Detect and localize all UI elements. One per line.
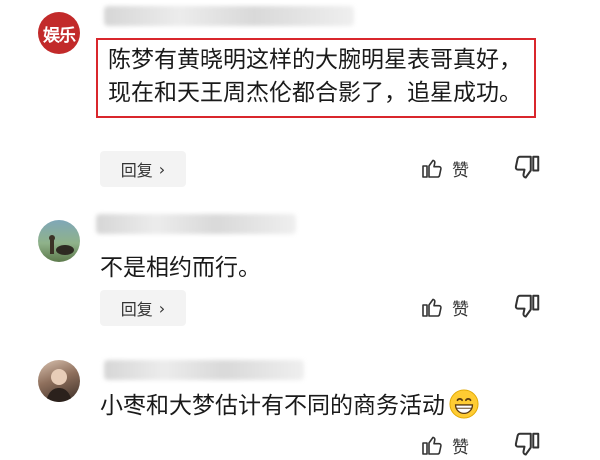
reply-button[interactable]: 回复 › (100, 290, 186, 326)
thumbs-up-icon (422, 159, 442, 178)
thumbs-up-icon (422, 436, 442, 455)
avatar[interactable] (38, 360, 80, 402)
chevron-right-icon: › (158, 159, 166, 179)
comment-text-highlighted: 陈梦有黄晓明这样的大腕明星表哥真好，现在和天王周杰伦都合影了，追星成功。 (96, 38, 536, 118)
username-blurred (104, 360, 304, 380)
avatar-photo (49, 235, 74, 255)
like-label: 赞 (452, 299, 469, 320)
avatar-label: 娱乐 (43, 26, 76, 46)
thumbs-down-icon[interactable] (512, 153, 542, 183)
like-button[interactable]: 赞 (420, 292, 469, 322)
avatar-photo (46, 369, 72, 402)
like-label: 赞 (452, 160, 469, 181)
grinning-face-icon (449, 389, 479, 419)
comment-text-body: 小枣和大梦估计有不同的商务活动 (100, 393, 445, 419)
like-button[interactable]: 赞 (420, 430, 469, 460)
thumbs-up-icon (422, 298, 442, 317)
reply-label: 回复 (120, 161, 153, 180)
comment-text: 不是相约而行。 (100, 255, 261, 281)
reply-button[interactable]: 回复 › (100, 151, 186, 187)
thumbs-down-icon[interactable] (512, 292, 542, 322)
username-blurred (104, 6, 354, 26)
chevron-right-icon: › (158, 298, 166, 318)
reply-label: 回复 (120, 300, 153, 319)
avatar[interactable] (38, 220, 80, 262)
like-button[interactable]: 赞 (420, 153, 469, 183)
username-blurred (96, 214, 296, 234)
comment-text: 小枣和大梦估计有不同的商务活动 (100, 389, 479, 423)
avatar[interactable]: 娱乐 (38, 12, 80, 54)
thumbs-down-icon[interactable] (512, 430, 542, 460)
